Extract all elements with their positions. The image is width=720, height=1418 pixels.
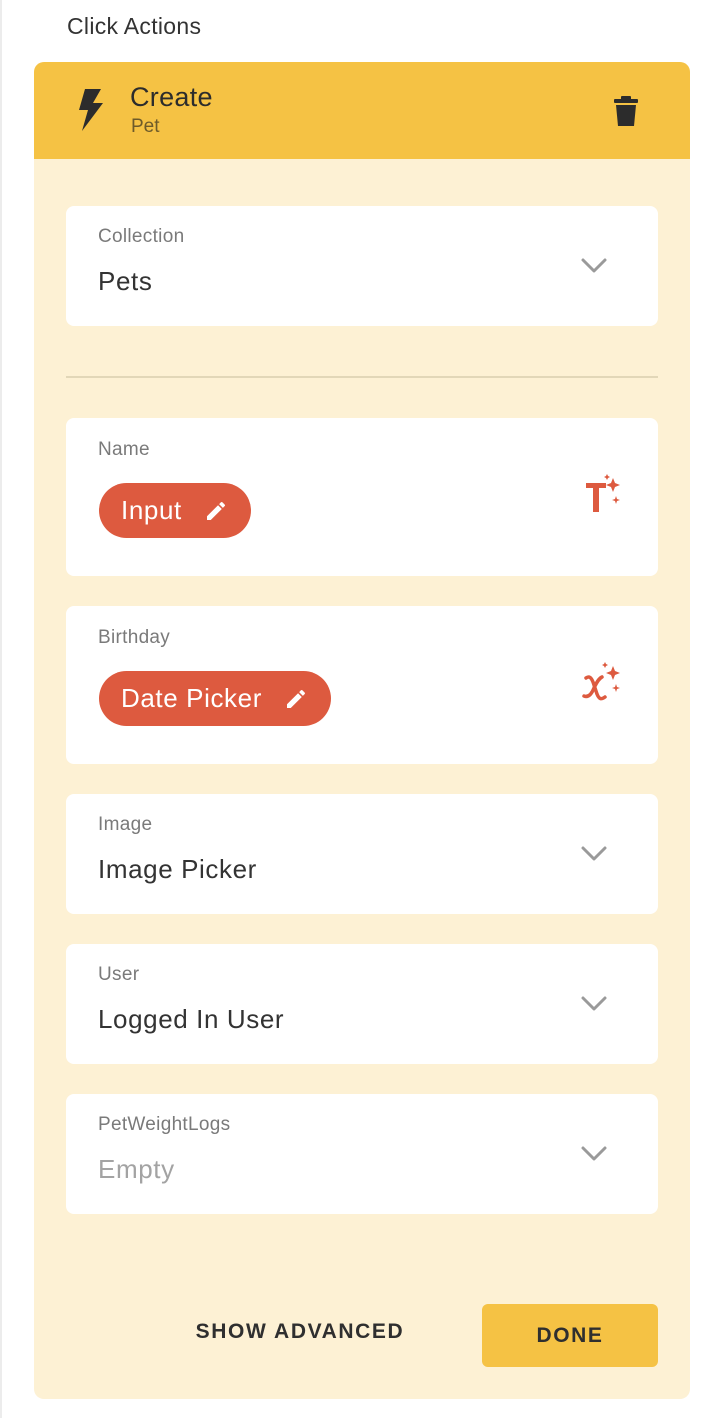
pet-weight-logs-field[interactable]: PetWeightLogs Empty <box>66 1094 658 1214</box>
user-value: Logged In User <box>98 1004 285 1034</box>
date-picker-chip-label: Date Picker <box>121 683 262 713</box>
image-field[interactable]: Image Image Picker <box>66 794 658 914</box>
birthday-field[interactable]: Birthday Date Picker <box>66 606 658 764</box>
action-subtitle: Pet <box>131 116 160 137</box>
magic-text-icon[interactable] <box>580 474 626 520</box>
input-chip[interactable]: Input <box>99 483 251 538</box>
trash-icon[interactable] <box>612 96 640 126</box>
action-card: Create Pet Collection Pets Name Input Bi… <box>34 62 690 1399</box>
chevron-down-icon[interactable] <box>580 1145 608 1163</box>
image-label: Image <box>98 814 153 835</box>
name-field[interactable]: Name Input <box>66 418 658 576</box>
done-button[interactable]: DONE <box>482 1304 658 1367</box>
collection-field[interactable]: Collection Pets <box>66 206 658 326</box>
user-label: User <box>98 964 140 985</box>
birthday-label: Birthday <box>98 627 171 648</box>
date-picker-chip[interactable]: Date Picker <box>99 671 331 726</box>
chevron-down-icon[interactable] <box>580 257 608 275</box>
collection-label: Collection <box>98 226 185 247</box>
user-field[interactable]: User Logged In User <box>66 944 658 1064</box>
section-title: Click Actions <box>67 13 202 39</box>
chevron-down-icon[interactable] <box>580 845 608 863</box>
pencil-icon[interactable] <box>204 499 228 523</box>
collection-value: Pets <box>98 266 153 296</box>
action-title: Create <box>130 82 213 112</box>
divider <box>66 376 658 378</box>
show-advanced-button[interactable]: SHOW ADVANCED <box>180 1320 420 1350</box>
chevron-down-icon[interactable] <box>580 995 608 1013</box>
lightning-bolt-icon <box>79 89 103 131</box>
pet-weight-logs-label: PetWeightLogs <box>98 1114 231 1135</box>
pencil-icon[interactable] <box>284 687 308 711</box>
pet-weight-logs-value: Empty <box>98 1154 175 1184</box>
action-header[interactable]: Create Pet <box>34 62 690 159</box>
name-label: Name <box>98 439 150 460</box>
image-value: Image Picker <box>98 854 257 884</box>
left-border <box>0 0 2 1418</box>
magic-variable-icon[interactable] <box>580 662 626 708</box>
input-chip-label: Input <box>121 495 182 525</box>
done-button-label: DONE <box>536 1323 604 1347</box>
